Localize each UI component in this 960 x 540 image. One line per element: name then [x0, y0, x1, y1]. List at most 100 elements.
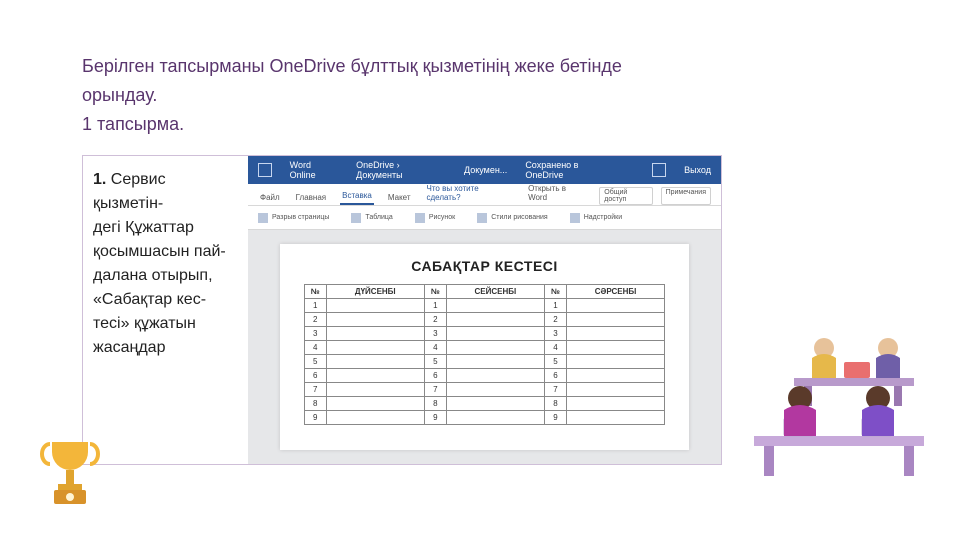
slide: Берілген тапсырманы OneDrive бұлттық қыз…: [0, 0, 960, 540]
cell-day[interactable]: [326, 327, 424, 341]
cell-number[interactable]: 2: [424, 313, 446, 327]
table-row[interactable]: 4 4 4: [304, 341, 664, 355]
cell-day[interactable]: [566, 369, 664, 383]
cell-number[interactable]: 4: [304, 341, 326, 355]
cell-number[interactable]: 3: [424, 327, 446, 341]
cell-day[interactable]: [326, 355, 424, 369]
cell-day[interactable]: [566, 341, 664, 355]
table-row[interactable]: 3 3 3: [304, 327, 664, 341]
save-status: Сохранено в OneDrive: [525, 160, 616, 180]
tab-home[interactable]: Главная: [294, 190, 328, 205]
cell-day[interactable]: [566, 355, 664, 369]
cell-day[interactable]: [446, 299, 544, 313]
cell-number[interactable]: 5: [304, 355, 326, 369]
ribbon-tabs: Файл Главная Вставка Макет Что вы хотите…: [248, 184, 721, 206]
group-addins[interactable]: Надстройки: [570, 213, 622, 223]
cell-number[interactable]: 9: [424, 411, 446, 425]
cell-day[interactable]: [446, 383, 544, 397]
cell-number[interactable]: 3: [304, 327, 326, 341]
cell-day[interactable]: [566, 313, 664, 327]
page-break-icon: [258, 213, 268, 223]
group-page-break[interactable]: Разрыв страницы: [258, 213, 329, 223]
cell-number[interactable]: 4: [545, 341, 567, 355]
cell-number[interactable]: 5: [545, 355, 567, 369]
cell-day[interactable]: [326, 341, 424, 355]
word-online-screenshot: Word Online OneDrive › Документы Докумен…: [248, 156, 721, 464]
cell-number[interactable]: 1: [545, 299, 567, 313]
table-row[interactable]: 1 1 1: [304, 299, 664, 313]
ribbon-insert: Разрыв страницы Таблица Рисунок Стили ри…: [248, 206, 721, 230]
cell-day[interactable]: [446, 327, 544, 341]
intro-line-3: 1 тапсырма.: [82, 110, 682, 139]
document-title: САБАҚТАР КЕСТЕСІ: [304, 258, 665, 274]
tab-insert[interactable]: Вставка: [340, 188, 374, 205]
cell-day[interactable]: [326, 299, 424, 313]
styles-icon: [477, 213, 487, 223]
intro-line-1: Берілген тапсырманы OneDrive бұлттық қыз…: [82, 52, 682, 81]
col-n3: №: [545, 285, 567, 299]
intro-line-2: орындау.: [82, 81, 682, 110]
cell-day[interactable]: [566, 327, 664, 341]
cell-day[interactable]: [446, 397, 544, 411]
instruction-text: Сервис қызметін- дегі Құжаттар қосымшасы…: [93, 171, 226, 356]
cell-day[interactable]: [446, 355, 544, 369]
cell-day[interactable]: [566, 383, 664, 397]
cell-day[interactable]: [326, 411, 424, 425]
cell-number[interactable]: 8: [304, 397, 326, 411]
group-art[interactable]: Стили рисования: [477, 213, 548, 223]
cell-day[interactable]: [566, 299, 664, 313]
tab-tellme[interactable]: Что вы хотите сделать?: [425, 181, 515, 205]
doc-name[interactable]: Докумен...: [464, 165, 507, 175]
cell-number[interactable]: 8: [424, 397, 446, 411]
cell-day[interactable]: [446, 313, 544, 327]
cell-number[interactable]: 9: [545, 411, 567, 425]
cell-day[interactable]: [326, 383, 424, 397]
cell-day[interactable]: [326, 397, 424, 411]
cell-number[interactable]: 1: [304, 299, 326, 313]
cell-number[interactable]: 7: [304, 383, 326, 397]
table-row[interactable]: 6 6 6: [304, 369, 664, 383]
cell-number[interactable]: 7: [545, 383, 567, 397]
cell-day[interactable]: [446, 369, 544, 383]
cell-day[interactable]: [446, 341, 544, 355]
cell-number[interactable]: 1: [424, 299, 446, 313]
schedule-table[interactable]: № ДҮЙСЕНБІ № СЕЙСЕНБІ № СӘРСЕНБІ 1112223…: [304, 284, 665, 425]
cell-number[interactable]: 2: [545, 313, 567, 327]
col-n1: №: [304, 285, 326, 299]
cell-number[interactable]: 6: [424, 369, 446, 383]
open-in-word[interactable]: Открыть в Word: [526, 181, 587, 205]
table-row[interactable]: 7 7 7: [304, 383, 664, 397]
exit-link[interactable]: Выход: [684, 165, 711, 175]
cell-day[interactable]: [326, 313, 424, 327]
breadcrumb[interactable]: OneDrive › Документы: [356, 160, 446, 180]
cell-day[interactable]: [446, 411, 544, 425]
user-avatar-icon[interactable]: [652, 163, 666, 177]
cell-number[interactable]: 5: [424, 355, 446, 369]
cell-number[interactable]: 6: [545, 369, 567, 383]
document-page[interactable]: САБАҚТАР КЕСТЕСІ № ДҮЙСЕНБІ № СЕЙСЕНБІ №…: [280, 244, 689, 450]
cell-number[interactable]: 3: [545, 327, 567, 341]
cell-day[interactable]: [566, 411, 664, 425]
group-table[interactable]: Таблица: [351, 213, 392, 223]
col-day3: СӘРСЕНБІ: [566, 285, 664, 299]
comments-button[interactable]: Примечания: [661, 187, 711, 205]
table-row[interactable]: 5 5 5: [304, 355, 664, 369]
cell-number[interactable]: 7: [424, 383, 446, 397]
cell-number[interactable]: 4: [424, 341, 446, 355]
app-name: Word Online: [290, 160, 338, 180]
cell-number[interactable]: 6: [304, 369, 326, 383]
table-row[interactable]: 9 9 9: [304, 411, 664, 425]
cell-number[interactable]: 9: [304, 411, 326, 425]
tab-file[interactable]: Файл: [258, 190, 282, 205]
image-icon: [415, 213, 425, 223]
cell-number[interactable]: 8: [545, 397, 567, 411]
group-image[interactable]: Рисунок: [415, 213, 455, 223]
tab-layout[interactable]: Макет: [386, 190, 413, 205]
app-menu-icon[interactable]: [258, 163, 272, 177]
table-row[interactable]: 8 8 8: [304, 397, 664, 411]
cell-day[interactable]: [566, 397, 664, 411]
cell-number[interactable]: 2: [304, 313, 326, 327]
table-row[interactable]: 2 2 2: [304, 313, 664, 327]
share-button[interactable]: Общий доступ: [599, 187, 652, 205]
cell-day[interactable]: [326, 369, 424, 383]
